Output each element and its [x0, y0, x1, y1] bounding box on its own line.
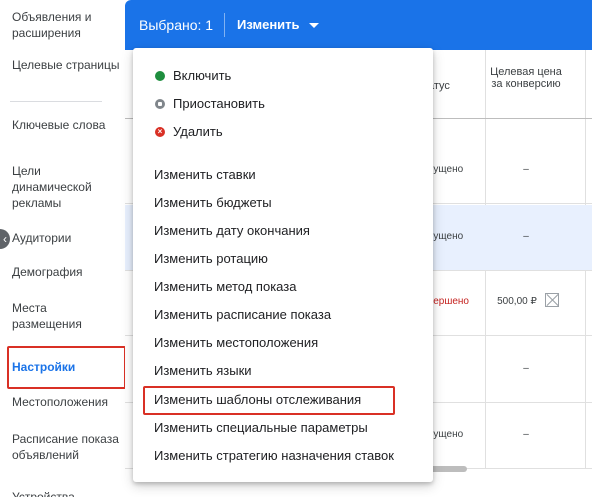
row-target-cpa: –	[523, 231, 529, 242]
menu-item-change-bids[interactable]: Изменить ставки	[154, 166, 256, 184]
row-target-cpa: 500,00 ₽	[497, 296, 537, 307]
sidebar-item-landing-pages[interactable]: Целевые страницы	[12, 57, 120, 73]
menu-item-change-budgets[interactable]: Изменить бюджеты	[154, 194, 272, 212]
pause-dot-icon	[155, 99, 165, 109]
row-status: пущено	[428, 429, 464, 440]
row-status: пущено	[428, 231, 464, 242]
sidebar-item-dynamic-ad-targets[interactable]: Цели динамической рекламы	[12, 163, 120, 211]
sidebar-item-placements[interactable]: Места размещения	[12, 300, 120, 332]
menu-item-change-end-date[interactable]: Изменить дату окончания	[154, 222, 310, 240]
column-header-target-cpa[interactable]: Целевая цена за конверсию	[487, 66, 565, 90]
sidebar-item-devices[interactable]: Устройства	[12, 489, 120, 497]
row-status: пущено	[428, 164, 464, 175]
green-dot-icon	[155, 71, 165, 81]
sidebar-item-locations[interactable]: Местоположения	[12, 394, 120, 410]
settings-highlight-box	[7, 346, 125, 389]
tracking-templates-highlight-box	[143, 386, 395, 415]
sidebar-item-keywords[interactable]: Ключевые слова	[12, 117, 120, 133]
sidebar-item-demographics[interactable]: Демография	[12, 264, 120, 280]
remove-dot-icon: ×	[155, 127, 165, 137]
menu-item-change-rotation[interactable]: Изменить ротацию	[154, 250, 268, 268]
row-target-cpa: –	[523, 429, 529, 440]
menu-item-change-languages[interactable]: Изменить языки	[154, 362, 252, 380]
row-target-cpa: –	[523, 164, 529, 175]
row-status: вершено	[428, 296, 469, 307]
menu-item-change-delivery-method[interactable]: Изменить метод показа	[154, 278, 296, 296]
toolbar-divider	[224, 13, 225, 37]
image-placeholder-icon	[545, 293, 559, 307]
menu-item-label: Включить	[173, 68, 232, 83]
row-target-cpa: –	[523, 363, 529, 374]
sidebar-collapse-icon[interactable]: ‹	[0, 229, 10, 249]
sidebar-item-ad-schedule[interactable]: Расписание показа объявлений	[12, 431, 120, 463]
menu-item-change-custom-parameters[interactable]: Изменить специальные параметры	[154, 419, 368, 437]
sidebar-divider	[10, 101, 102, 102]
menu-item-change-locations[interactable]: Изменить местоположения	[154, 334, 318, 352]
sidebar: Объявления и расширения Целевые страницы…	[0, 0, 125, 497]
menu-item-label: Удалить	[173, 124, 223, 139]
menu-item-label: Приостановить	[173, 96, 265, 111]
menu-item-change-ad-schedule[interactable]: Изменить расписание показа	[154, 306, 331, 324]
selection-toolbar: Выбрано: 1 Изменить	[125, 0, 592, 50]
sidebar-item-audiences[interactable]: Аудитории	[12, 230, 120, 246]
edit-dropdown-button[interactable]: Изменить	[237, 17, 300, 32]
selected-count: Выбрано: 1	[139, 17, 214, 33]
edit-menu: Включить Приостановить × Удалить Изменит…	[133, 48, 433, 482]
menu-item-change-bid-strategy[interactable]: Изменить стратегию назначения ставок	[154, 447, 394, 465]
caret-down-icon[interactable]	[309, 23, 319, 28]
sidebar-item-ads-extensions[interactable]: Объявления и расширения	[12, 9, 120, 41]
